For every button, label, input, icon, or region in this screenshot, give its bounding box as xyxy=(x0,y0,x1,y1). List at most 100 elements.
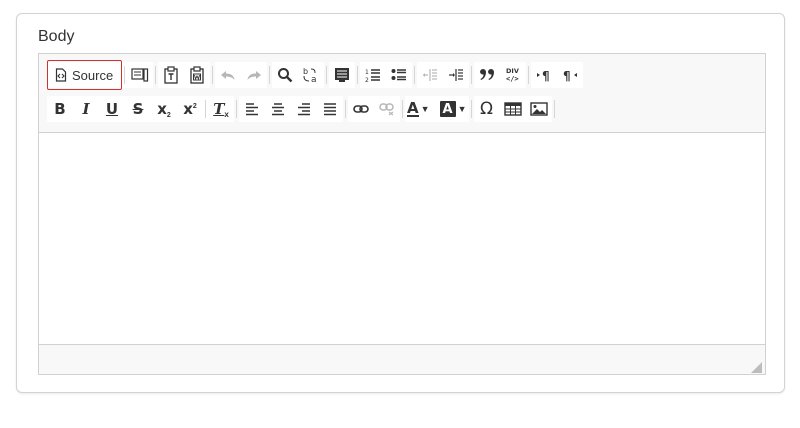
svg-text:a: a xyxy=(311,75,317,84)
align-right-icon xyxy=(297,102,311,116)
indent-button[interactable] xyxy=(443,62,469,88)
remove-format-button[interactable]: Tx xyxy=(208,96,234,122)
toolbar-separator xyxy=(357,66,359,84)
blockquote-button[interactable] xyxy=(474,62,500,88)
paste-from-word-button[interactable] xyxy=(184,62,210,88)
text-color-button[interactable]: A ▼ xyxy=(405,96,432,122)
blockquote-icon xyxy=(479,68,495,82)
align-justify-icon xyxy=(323,102,337,116)
align-center-icon xyxy=(271,102,285,116)
toolbar-separator xyxy=(402,100,403,118)
toolbar-group-direction: ¶ ¶ xyxy=(531,62,584,88)
toolbar-separator xyxy=(528,66,530,84)
text-color-icon: A xyxy=(407,99,419,117)
body-field-card: Body Source b a 1 2 DIV </> ¶ ¶ B I U S … xyxy=(16,13,785,393)
editor-bottom-bar xyxy=(39,344,765,374)
select-all-icon xyxy=(334,67,350,83)
image-icon xyxy=(529,102,548,116)
strikethrough-icon: S xyxy=(132,100,144,118)
superscript-icon: x2 xyxy=(183,100,197,118)
editor-toolbar: Source b a 1 2 DIV </> ¶ ¶ B I U S x2 x2… xyxy=(39,54,765,133)
align-right-button[interactable] xyxy=(291,96,317,122)
toolbar-separator xyxy=(124,66,126,84)
strikethrough-button[interactable]: S xyxy=(125,96,151,122)
toolbar-separator xyxy=(414,66,416,84)
bulleted-list-button[interactable] xyxy=(386,62,412,88)
image-button[interactable] xyxy=(526,96,552,122)
bold-button[interactable]: B xyxy=(47,96,73,122)
align-left-button[interactable] xyxy=(239,96,265,122)
bold-icon: B xyxy=(54,100,66,118)
toolbar-group-document: Source xyxy=(47,60,154,90)
preview-icon xyxy=(131,67,149,83)
background-color-button[interactable]: A ▼ xyxy=(438,96,469,122)
source-button[interactable]: Source xyxy=(47,60,123,90)
text-direction-rtl-button[interactable]: ¶ xyxy=(557,62,583,88)
underline-button[interactable]: U xyxy=(99,96,125,122)
toolbar-group-undo xyxy=(215,62,268,88)
paste-as-text-button[interactable] xyxy=(158,62,184,88)
undo-button[interactable] xyxy=(215,62,241,88)
rich-text-editor: Source b a 1 2 DIV </> ¶ ¶ B I U S x2 x2… xyxy=(38,53,766,375)
numbered-list-icon: 12 xyxy=(365,67,381,83)
toolbar-group-blocks: DIV </> xyxy=(474,62,527,88)
toolbar-separator xyxy=(269,66,271,84)
toolbar-separator xyxy=(345,100,346,118)
resize-handle-icon[interactable] xyxy=(751,360,762,373)
special-character-button[interactable]: Ω xyxy=(474,96,500,122)
toolbar-group-align xyxy=(239,96,343,122)
subscript-button[interactable]: x2 xyxy=(151,96,177,122)
source-icon xyxy=(55,68,67,82)
align-center-button[interactable] xyxy=(265,96,291,122)
remove-format-icon: Tx xyxy=(213,99,229,119)
align-left-icon xyxy=(245,102,259,116)
replace-button[interactable]: ba xyxy=(298,62,324,88)
italic-icon: I xyxy=(82,100,90,118)
link-icon xyxy=(353,103,369,115)
special-character-icon: Ω xyxy=(480,99,494,119)
create-div-icon: DIV </> xyxy=(504,66,522,84)
paste-as-text-icon xyxy=(163,66,179,84)
toolbar-separator xyxy=(553,100,555,118)
unlink-button[interactable] xyxy=(374,96,400,122)
svg-text:DIV: DIV xyxy=(506,67,519,75)
find-icon xyxy=(277,67,293,83)
toolbar-group-editing: ba xyxy=(272,62,325,88)
svg-text:</>: </> xyxy=(506,75,519,83)
superscript-button[interactable]: x2 xyxy=(177,96,203,122)
editor-content-area[interactable] xyxy=(39,133,765,344)
field-label: Body xyxy=(38,28,75,45)
preview-button[interactable] xyxy=(127,62,153,88)
align-justify-button[interactable] xyxy=(317,96,343,122)
chevron-down-icon: ▼ xyxy=(457,104,467,114)
paste-from-word-icon xyxy=(189,66,205,84)
svg-text:¶: ¶ xyxy=(542,69,550,82)
toolbar-group-colors: A ▼ A ▼ xyxy=(405,96,469,122)
numbered-list-button[interactable]: 12 xyxy=(360,62,386,88)
create-div-button[interactable]: DIV </> xyxy=(500,62,526,88)
chevron-down-icon: ▼ xyxy=(420,104,430,114)
outdent-button[interactable] xyxy=(417,62,443,88)
svg-text:¶: ¶ xyxy=(563,69,571,82)
table-button[interactable] xyxy=(500,96,526,122)
redo-button[interactable] xyxy=(241,62,267,88)
bulleted-list-icon xyxy=(391,67,407,83)
text-direction-rtl-icon: ¶ xyxy=(562,68,578,82)
replace-icon: ba xyxy=(302,66,320,84)
toolbar-row-1: Source b a 1 2 DIV </> ¶ ¶ xyxy=(47,60,584,90)
toolbar-separator xyxy=(205,100,206,118)
outdent-icon xyxy=(422,67,438,83)
svg-text:b: b xyxy=(303,67,308,76)
toolbar-separator xyxy=(471,66,473,84)
toolbar-row-2: B I U S x2 x2 Tx A ▼ A ▼ Ω xyxy=(47,96,557,122)
link-button[interactable] xyxy=(348,96,374,122)
find-button[interactable] xyxy=(272,62,298,88)
toolbar-group-select xyxy=(329,62,356,88)
text-direction-ltr-button[interactable]: ¶ xyxy=(531,62,557,88)
undo-icon xyxy=(220,68,236,82)
select-all-button[interactable] xyxy=(329,62,355,88)
italic-button[interactable]: I xyxy=(73,96,99,122)
unlink-icon xyxy=(379,102,395,116)
toolbar-separator xyxy=(212,66,214,84)
toolbar-separator xyxy=(236,100,237,118)
